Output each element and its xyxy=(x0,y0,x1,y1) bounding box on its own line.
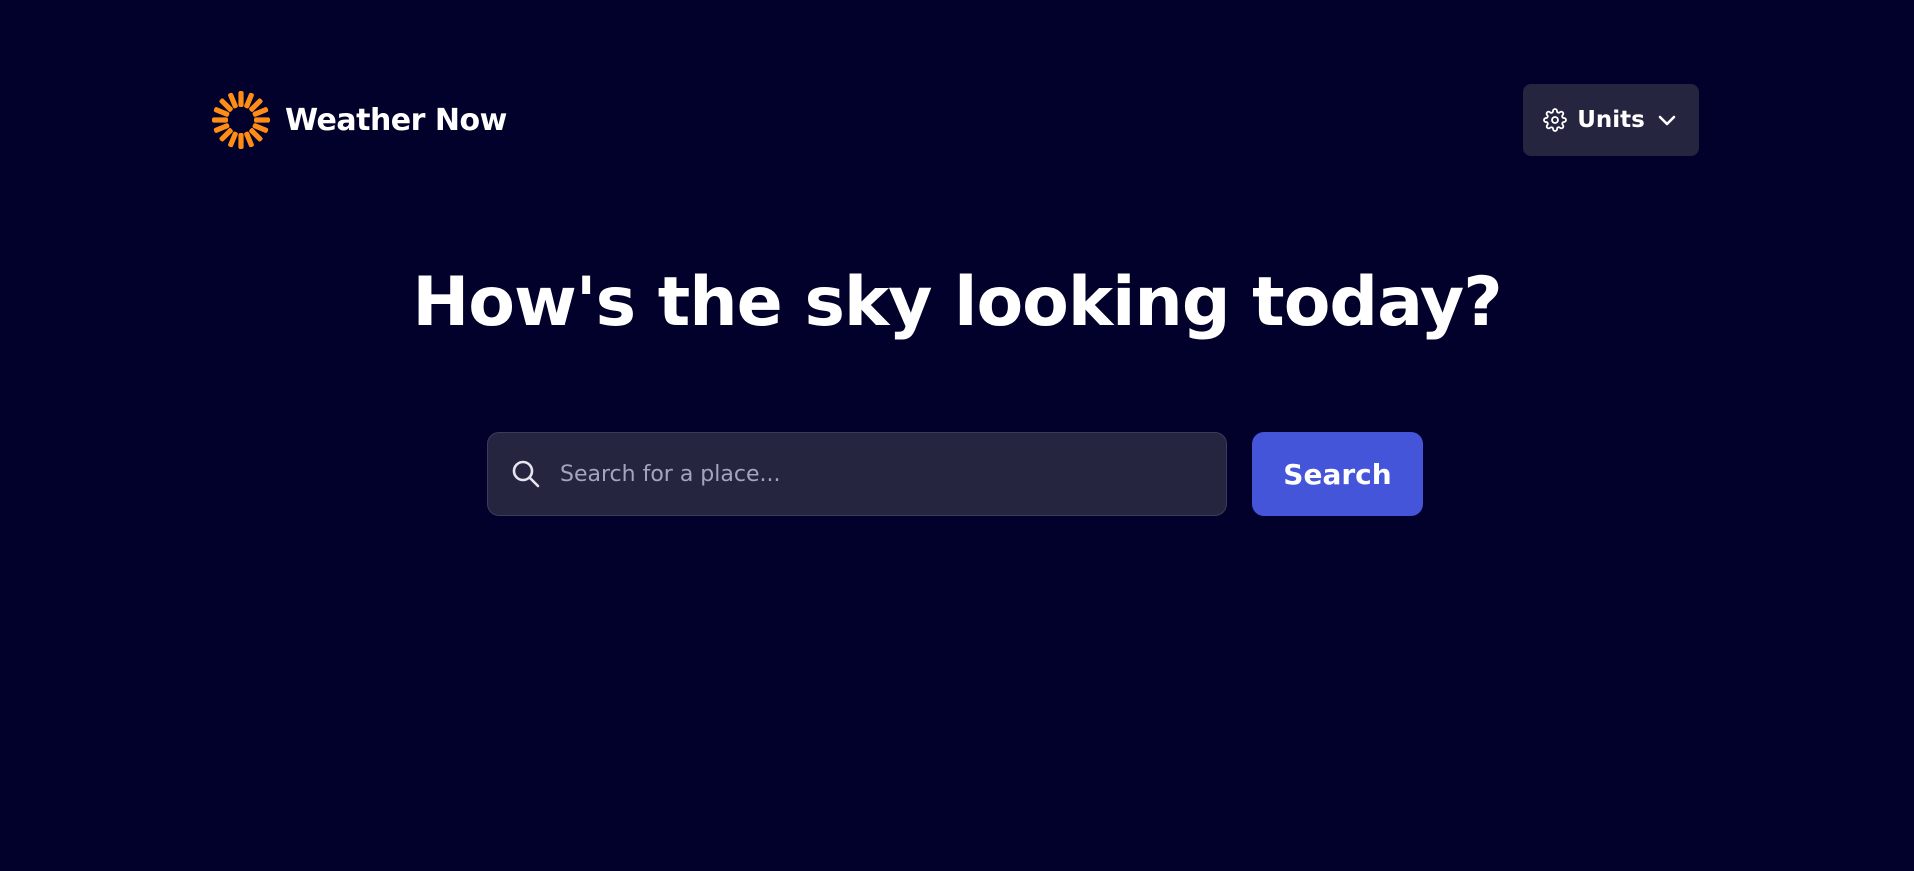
app-header: Weather Now Units xyxy=(211,84,1699,156)
chevron-down-icon xyxy=(1658,115,1676,126)
app-title: Weather Now xyxy=(285,102,507,138)
units-label: Units xyxy=(1577,107,1645,133)
units-dropdown-button[interactable]: Units xyxy=(1523,84,1699,156)
sun-icon xyxy=(212,91,270,149)
gear-icon xyxy=(1543,108,1568,132)
search-icon xyxy=(512,460,540,488)
search-input[interactable] xyxy=(558,443,1226,505)
app-logo[interactable]: Weather Now xyxy=(211,88,507,152)
search-bar[interactable] xyxy=(487,432,1227,516)
search-button[interactable]: Search xyxy=(1252,432,1423,516)
page: Weather Now Units How's the sky looking … xyxy=(0,0,1914,871)
page-title: How's the sky looking today? xyxy=(412,263,1502,342)
